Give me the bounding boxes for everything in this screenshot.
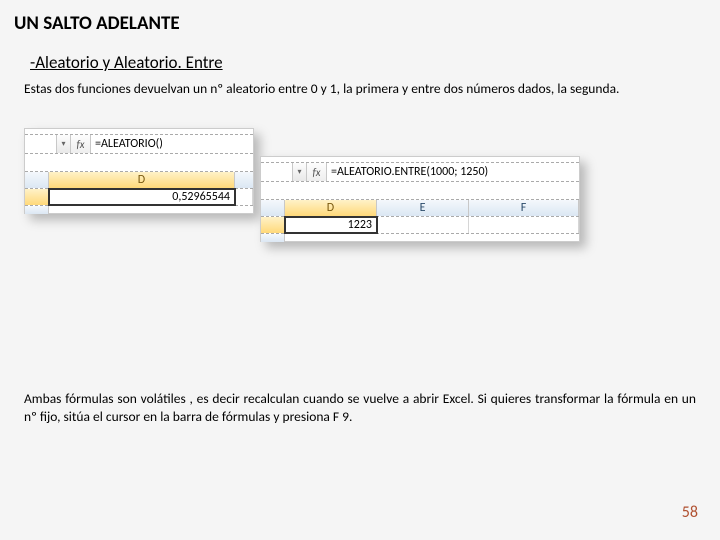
body-text-1: Estas dos funciones devuelvan un nº alea… [24, 80, 696, 98]
data-row: 0,52965544 [25, 189, 253, 205]
spacer-row [25, 154, 253, 172]
column-header-e: E [377, 200, 469, 216]
column-header-row: D [25, 172, 253, 189]
row-number [25, 189, 49, 205]
page-number: 58 [682, 503, 698, 522]
name-box-dropdown-icon: ▾ [293, 163, 307, 181]
column-header-d: D [285, 200, 377, 216]
row-number-partial [25, 206, 49, 214]
corner-box [25, 172, 49, 188]
cell-partial-bottom [49, 206, 253, 213]
name-box-dropdown-icon: ▾ [57, 135, 71, 153]
data-row: 1223 [261, 217, 579, 233]
name-box [261, 163, 293, 181]
row-number [261, 217, 285, 233]
excel-snippet-aleatorio: ▾ fx =ALEATORIO() D 0,52965544 [24, 128, 254, 214]
column-header-f: F [469, 200, 579, 216]
fx-icon: fx [307, 163, 327, 181]
cell-partial [235, 189, 253, 205]
corner-box [261, 200, 285, 216]
bottom-edge [25, 205, 253, 213]
slide-title: UN SALTO ADELANTE [14, 12, 180, 35]
formula-bar: ▾ fx =ALEATORIO() [25, 135, 253, 154]
fx-icon: fx [71, 135, 91, 153]
cell-value: 0,52965544 [49, 189, 235, 205]
column-header-partial [235, 172, 253, 188]
cell-empty-f [469, 217, 579, 233]
column-header-d: D [49, 172, 235, 188]
row-number-partial [261, 234, 285, 242]
excel-snippet-aleatorio-entre: ▾ fx =ALEATORIO.ENTRE(1000; 1250) D E F … [260, 156, 580, 242]
cell-value: 1223 [285, 217, 377, 233]
bottom-edge [261, 233, 579, 241]
name-box [25, 135, 57, 153]
formula-bar: ▾ fx =ALEATORIO.ENTRE(1000; 1250) [261, 163, 579, 182]
cell-partial-bottom [285, 234, 579, 241]
formula-text: =ALEATORIO.ENTRE(1000; 1250) [327, 163, 579, 181]
section-subtitle: -Aleatorio y Aleatorio. Entre [30, 52, 223, 73]
column-header-row: D E F [261, 200, 579, 217]
spacer-row [261, 182, 579, 200]
cell-empty-e [377, 217, 469, 233]
formula-text: =ALEATORIO() [91, 135, 253, 153]
body-text-2: Ambas fórmulas son volátiles , es decir … [24, 390, 696, 426]
